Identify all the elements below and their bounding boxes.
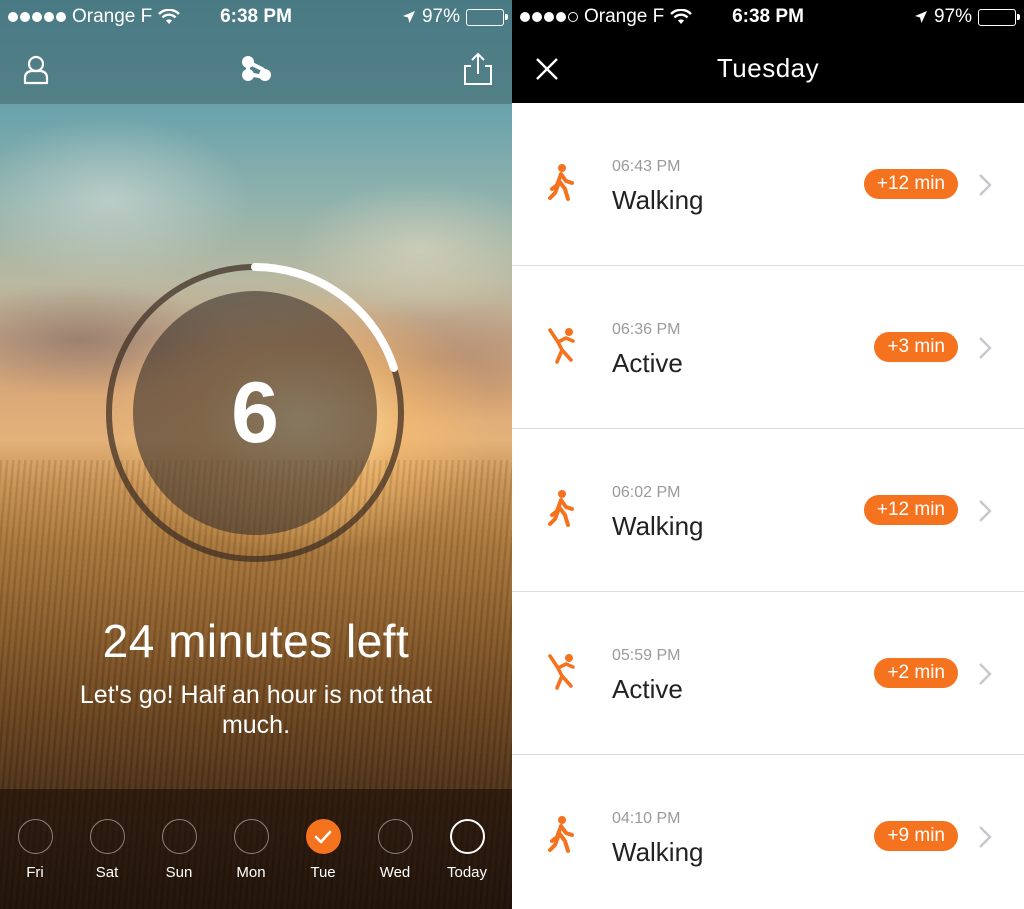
chevron-right-icon bbox=[979, 663, 992, 685]
progress-value: 6 bbox=[231, 364, 279, 461]
chevron-right-icon bbox=[979, 174, 992, 196]
day-circle bbox=[377, 819, 413, 854]
battery-percent: 97% bbox=[933, 6, 972, 27]
day-today[interactable]: Today bbox=[437, 819, 497, 881]
day-label: Wed bbox=[379, 864, 411, 881]
share-nodes-icon[interactable] bbox=[236, 50, 276, 90]
day-circle-complete bbox=[305, 819, 341, 854]
chevron-right-icon bbox=[979, 500, 992, 522]
active-figure-icon bbox=[548, 328, 575, 364]
day-detail-screen: Orange F 6:38 PM 97% Tuesday 06:43 PM Wa… bbox=[512, 0, 1024, 909]
battery-icon bbox=[978, 8, 1020, 26]
chevron-right-icon bbox=[979, 826, 992, 848]
location-arrow-icon bbox=[402, 11, 415, 23]
activity-time: 04:10 PM bbox=[612, 810, 681, 827]
walking-icon bbox=[548, 816, 574, 853]
day-label: Fri bbox=[26, 864, 44, 881]
today-screen: Orange F 6:38 PM 97% 6 24 minutes left L… bbox=[0, 0, 512, 909]
activity-row[interactable]: 06:36 PM Active +3 min bbox=[512, 266, 1024, 429]
activity-name: Walking bbox=[612, 837, 704, 867]
minutes-left-label: 24 minutes left bbox=[102, 615, 410, 667]
day-circle bbox=[233, 819, 269, 854]
day-circle-today bbox=[449, 819, 485, 854]
day-sat[interactable]: Sat bbox=[77, 819, 137, 881]
activity-name: Walking bbox=[612, 511, 704, 541]
location-arrow-icon bbox=[914, 11, 927, 23]
day-circle bbox=[89, 819, 125, 854]
day-label: Today bbox=[446, 864, 488, 881]
active-figure-icon bbox=[548, 654, 575, 690]
day-sun[interactable]: Sun bbox=[149, 819, 209, 881]
battery-icon bbox=[466, 8, 508, 26]
week-day-selector: Fri Sat Sun Mon Tue Wed Today bbox=[0, 789, 512, 909]
page-title: Tuesday bbox=[716, 53, 820, 83]
activity-row[interactable]: 04:10 PM Walking +9 min bbox=[512, 755, 1024, 909]
activity-row[interactable]: 06:02 PM Walking +12 min bbox=[512, 429, 1024, 592]
activity-name: Walking bbox=[612, 185, 704, 215]
activity-row[interactable]: 06:43 PM Walking +12 min bbox=[512, 103, 1024, 266]
progress-ring: 6 bbox=[100, 258, 410, 568]
day-label: Sat bbox=[95, 864, 119, 881]
minutes-badge: +12 min bbox=[863, 169, 958, 199]
day-mon[interactable]: Mon bbox=[221, 819, 281, 881]
share-upload-icon[interactable] bbox=[458, 50, 498, 90]
activity-list: 06:43 PM Walking +12 min 06:36 PM Active… bbox=[512, 103, 1024, 909]
walking-icon bbox=[548, 164, 574, 201]
minutes-badge: +3 min bbox=[874, 332, 958, 362]
day-label: Mon bbox=[236, 864, 266, 881]
day-circle bbox=[17, 819, 53, 854]
day-wed[interactable]: Wed bbox=[365, 819, 425, 881]
status-bar: Orange F 6:38 PM 97% bbox=[512, 0, 1024, 34]
chevron-right-icon bbox=[979, 337, 992, 359]
walking-icon bbox=[548, 490, 574, 527]
activity-name: Active bbox=[612, 348, 683, 378]
minutes-badge: +12 min bbox=[863, 495, 958, 525]
activity-time: 06:36 PM bbox=[612, 321, 681, 338]
activity-time: 06:43 PM bbox=[612, 158, 681, 175]
activity-name: Active bbox=[612, 674, 683, 704]
minutes-badge: +9 min bbox=[874, 821, 958, 851]
activity-time: 06:02 PM bbox=[612, 484, 681, 501]
activity-time: 05:59 PM bbox=[612, 647, 681, 664]
day-tue[interactable]: Tue bbox=[293, 819, 353, 881]
motivation-text: Let's go! Half an hour is not that much. bbox=[79, 681, 433, 739]
person-outline-icon[interactable] bbox=[16, 50, 56, 90]
activity-row[interactable]: 05:59 PM Active +2 min bbox=[512, 592, 1024, 755]
status-right-group: 97% bbox=[914, 6, 1020, 28]
status-right-group: 97% bbox=[402, 6, 508, 28]
detail-header: Orange F 6:38 PM 97% Tuesday bbox=[512, 0, 1024, 103]
status-bar: Orange F 6:38 PM 97% bbox=[0, 0, 512, 34]
day-fri[interactable]: Fri bbox=[5, 819, 65, 881]
day-label: Tue bbox=[310, 864, 336, 881]
day-circle bbox=[161, 819, 197, 854]
checkmark-icon bbox=[314, 830, 332, 843]
minutes-badge: +2 min bbox=[874, 658, 958, 688]
battery-percent: 97% bbox=[421, 6, 460, 27]
day-label: Sun bbox=[165, 864, 193, 881]
